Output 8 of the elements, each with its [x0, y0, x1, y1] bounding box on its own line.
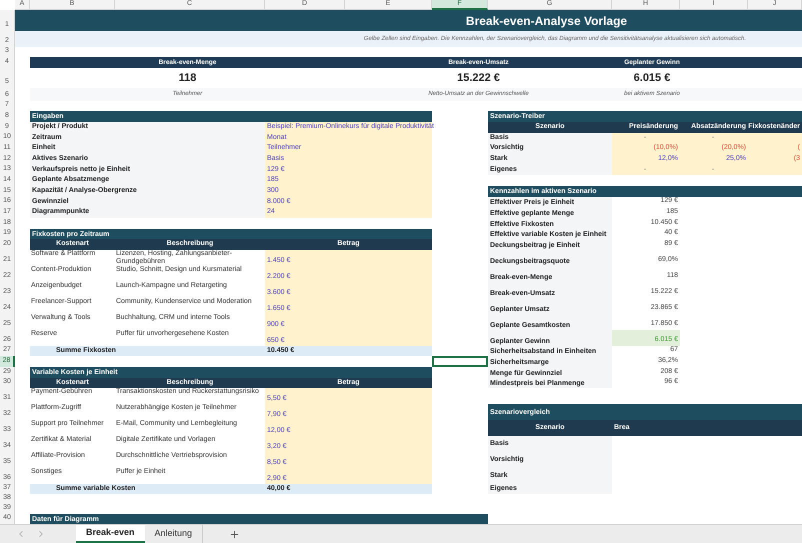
cell-cursor	[432, 356, 488, 367]
sheet-tab[interactable]: Anleitung	[144, 525, 204, 543]
kpi-value: 15.222 €	[456, 70, 501, 86]
kpi-value: 6.015 €	[632, 70, 672, 86]
sheet-tab[interactable]: Break-even	[76, 525, 145, 543]
kpi-value: 118	[178, 70, 198, 86]
plus-icon	[228, 528, 240, 540]
sheet-title: Break-even-Analyse Vorlage	[464, 12, 628, 30]
